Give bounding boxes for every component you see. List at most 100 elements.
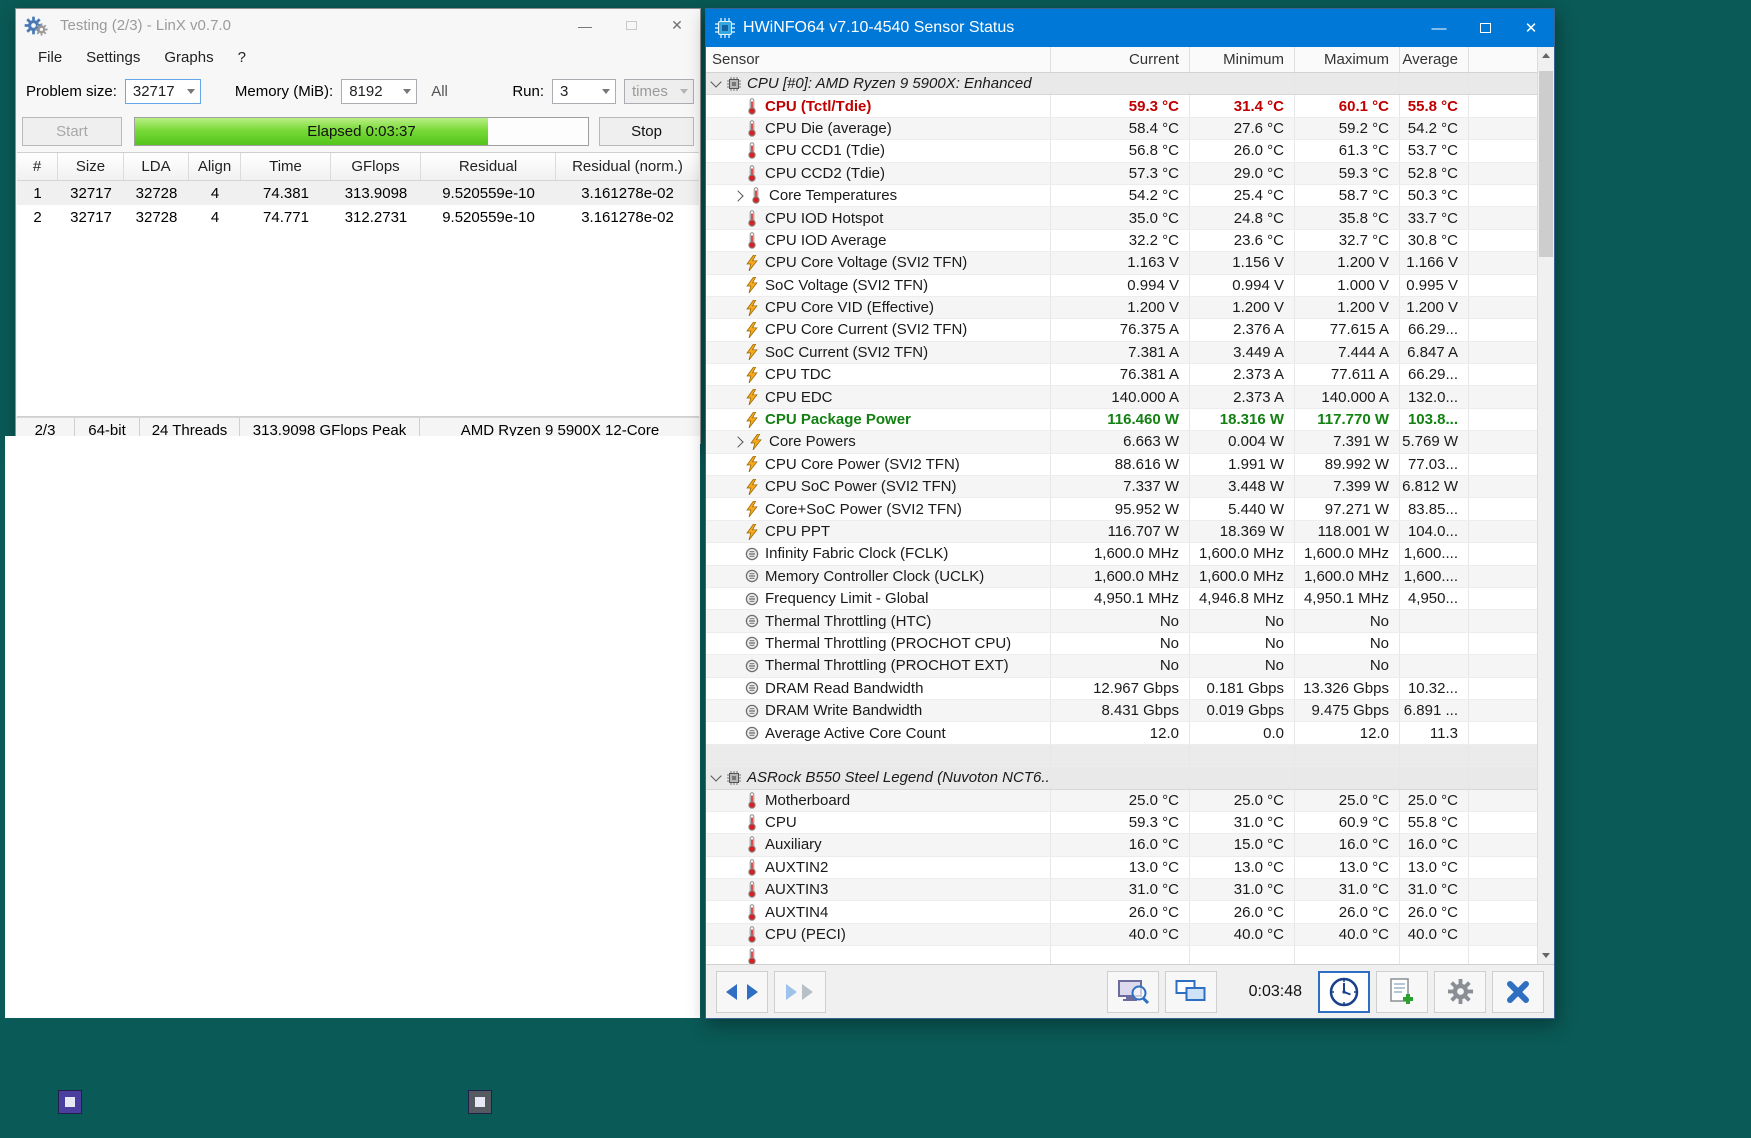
memory-select[interactable]: 8192 — [341, 79, 418, 105]
sensor-row[interactable]: Auxiliary 16.0 °C 15.0 °C 16.0 °C 16.0 °C — [706, 834, 1537, 857]
col-header-minimum[interactable]: Minimum — [1189, 47, 1294, 72]
menu-help[interactable]: ? — [226, 45, 258, 70]
sensor-group-row[interactable]: CPU [#0]: AMD Ryzen 9 5900X: Enhanced — [706, 73, 1537, 96]
sensor-row[interactable]: Thermal Throttling (PROCHOT CPU) No No No — [706, 632, 1537, 656]
sensor-row[interactable]: Memory Controller Clock (UCLK) 1,600.0 MH… — [706, 565, 1537, 588]
col-header-align[interactable]: Align — [189, 153, 241, 181]
col-header-lda[interactable]: LDA — [124, 153, 189, 181]
chevron-right-icon[interactable] — [732, 436, 744, 448]
sensor-group-row[interactable]: ASRock B550 Steel Legend (Nuvoton NCT6..… — [706, 767, 1537, 790]
minimize-icon[interactable]: — — [1416, 9, 1462, 47]
all-label[interactable]: All — [431, 83, 448, 100]
vertical-scrollbar[interactable] — [1537, 47, 1554, 964]
sensor-row[interactable]: CPU PPT 116.707 W 18.369 W 118.001 W 104.0..… — [706, 520, 1537, 544]
sensor-row[interactable]: CPU (Tctl/Tdie) 59.3 °C 31.4 °C 60.1 °C 55.8… — [706, 95, 1537, 118]
logging-button[interactable] — [1376, 970, 1428, 1013]
sensor-row[interactable]: AUXTIN2 13.0 °C 13.0 °C 13.0 °C 13.0 °C — [706, 856, 1537, 880]
col-header-size[interactable]: Size — [58, 153, 124, 181]
sensor-row[interactable]: CPU CCD2 (Tdie) 57.3 °C 29.0 °C 59.3 °C 52.8… — [706, 162, 1537, 185]
settings-button[interactable] — [1434, 970, 1486, 1013]
col-header-maximum[interactable]: Maximum — [1294, 47, 1399, 72]
problem-size-select[interactable]: 32717 — [124, 79, 201, 105]
remote-monitor-button[interactable] — [1164, 970, 1217, 1013]
result-row-1[interactable]: 1 32717 32728 4 74.381 313.9098 9.520559… — [17, 181, 699, 206]
scrollbar-thumb[interactable] — [1539, 71, 1553, 257]
linx-titlebar[interactable]: Testing (2/3) - LinX v0.7.0 — ✕ — [16, 9, 700, 43]
sensor-row[interactable]: SoC Voltage (SVI2 TFN) 0.994 V 0.994 V 1.00… — [706, 274, 1537, 297]
close-icon[interactable]: ✕ — [654, 9, 700, 43]
sensor-row[interactable]: CPU IOD Hotspot 35.0 °C 24.8 °C 35.8 °C 33.7… — [706, 207, 1537, 230]
sensor-row[interactable]: DRAM Write Bandwidth 8.431 Gbps 0.019 Gbps… — [706, 699, 1537, 723]
sensor-row[interactable]: CPU Die (average) 58.4 °C 27.6 °C 59.2 °C 54… — [706, 117, 1537, 141]
arrows-left-right-button[interactable] — [716, 970, 768, 1013]
minimize-icon[interactable]: — — [562, 9, 608, 43]
sensor-row[interactable]: AUXTIN4 26.0 °C 26.0 °C 26.0 °C 26.0 °C — [706, 901, 1537, 924]
taskbar-icon-2[interactable] — [468, 1090, 492, 1114]
sensor-label-cell — [706, 946, 1050, 964]
close-sensors-button[interactable] — [1492, 970, 1544, 1013]
sensor-row[interactable]: Core Temperatures 54.2 °C 25.4 °C 58.7 °C 50… — [706, 184, 1537, 208]
col-header-time[interactable]: Time — [241, 153, 331, 181]
sensor-row[interactable]: CPU 59.3 °C 31.0 °C 60.9 °C 55.8 °C — [706, 811, 1537, 835]
chevron-right-icon[interactable] — [732, 189, 744, 202]
sensor-minimum-value: 2.373 A — [1189, 386, 1294, 408]
sensor-row[interactable]: Motherboard 25.0 °C 25.0 °C 25.0 °C 25.0 °C — [706, 789, 1537, 812]
sensor-row[interactable]: Infinity Fabric Clock (FCLK) 1,600.0 MHz 1… — [706, 543, 1537, 566]
sensor-row[interactable]: CPU CCD1 (Tdie) 56.8 °C 26.0 °C 61.3 °C 53.7… — [706, 140, 1537, 163]
sensor-row[interactable]: CPU Core Power (SVI2 TFN) 88.616 W 1.991 W… — [706, 453, 1537, 477]
menu-settings[interactable]: Settings — [74, 45, 152, 70]
scroll-up-icon[interactable] — [1538, 47, 1554, 64]
run-count-select[interactable]: 3 — [552, 79, 616, 105]
taskbar-icon-1[interactable] — [58, 1090, 82, 1114]
menu-file[interactable]: File — [26, 45, 74, 70]
sensor-row[interactable]: DRAM Read Bandwidth 12.967 Gbps 0.181 Gbps… — [706, 677, 1537, 700]
sensor-row[interactable] — [706, 946, 1537, 964]
col-header-num[interactable]: # — [17, 153, 58, 181]
sensor-row[interactable]: CPU Core Voltage (SVI2 TFN) 1.163 V 1.156 … — [706, 252, 1537, 275]
col-header-sensor[interactable]: Sensor — [706, 47, 1050, 72]
sensor-row[interactable]: CPU SoC Power (SVI2 TFN) 7.337 W 3.448 W 7.… — [706, 476, 1537, 499]
maximize-icon[interactable] — [608, 9, 654, 43]
sensor-row[interactable]: Core+SoC Power (SVI2 TFN) 95.952 W 5.440 W… — [706, 498, 1537, 521]
chevron-down-icon — [602, 89, 610, 95]
sensor-average-value: 6.812 W — [1399, 476, 1468, 498]
sensor-row[interactable]: Average Active Core Count 12.0 0.0 12.0 11.3 — [706, 722, 1537, 745]
start-button[interactable]: Start — [22, 116, 122, 146]
col-header-average[interactable]: Average — [1399, 47, 1468, 72]
hwinfo-titlebar[interactable]: HWiNFO64 v7.10-4540 Sensor Status — ✕ — [706, 9, 1554, 47]
sensor-maximum-value: 77.615 A — [1294, 319, 1399, 341]
col-header-gflops[interactable]: GFlops — [331, 153, 421, 181]
col-header-residual-norm[interactable]: Residual (norm.) — [556, 153, 699, 180]
close-icon[interactable]: ✕ — [1508, 9, 1554, 47]
problem-size-label: Problem size: — [26, 83, 117, 101]
sensor-current-value: 7.381 A — [1050, 341, 1189, 364]
sensor-row[interactable]: Thermal Throttling (PROCHOT EXT) No No No — [706, 655, 1537, 678]
result-row-2[interactable]: 2 32717 32728 4 74.771 312.2731 9.520559… — [17, 205, 699, 229]
sensor-row[interactable]: AUXTIN3 31.0 °C 31.0 °C 31.0 °C 31.0 °C — [706, 879, 1537, 902]
chevron-down-icon[interactable] — [710, 770, 722, 782]
sensor-row[interactable]: CPU Core VID (Effective) 1.200 V 1.200 V 1.… — [706, 296, 1537, 320]
reset-clock-button[interactable] — [1318, 970, 1370, 1013]
menu-graphs[interactable]: Graphs — [152, 45, 225, 70]
arrows-right-button[interactable] — [774, 970, 826, 1013]
sensor-row[interactable]: CPU IOD Average 32.2 °C 23.6 °C 32.7 °C 30.8… — [706, 229, 1537, 253]
sensor-row[interactable]: CPU Core Current (SVI2 TFN) 76.375 A 2.376… — [706, 319, 1537, 342]
stop-button[interactable]: Stop — [599, 116, 694, 146]
arrows-right-icon — [786, 983, 813, 1000]
sensor-row[interactable]: Thermal Throttling (HTC) No No No — [706, 610, 1537, 633]
sensor-row[interactable]: CPU TDC 76.381 A 2.373 A 77.611 A 66.29... — [706, 364, 1537, 387]
sensor-row[interactable]: Frequency Limit - Global 4,950.1 MHz 4,946… — [706, 587, 1537, 611]
thermometer-icon — [744, 97, 759, 115]
sensor-row[interactable]: CPU (PECI) 40.0 °C 40.0 °C 40.0 °C 40.0 °C — [706, 923, 1537, 947]
col-header-residual[interactable]: Residual — [421, 153, 556, 181]
sensor-row[interactable]: SoC Current (SVI2 TFN) 7.381 A 3.449 A 7.44… — [706, 341, 1537, 365]
scroll-down-icon[interactable] — [1538, 947, 1554, 964]
col-header-current[interactable]: Current — [1050, 47, 1189, 72]
screenshot-button[interactable] — [1106, 970, 1159, 1013]
sensor-name: Frequency Limit - Global — [765, 590, 929, 608]
maximize-icon[interactable] — [1462, 9, 1508, 47]
chevron-down-icon[interactable] — [710, 76, 722, 88]
sensor-row[interactable]: CPU Package Power 116.460 W 18.316 W 117.77… — [706, 408, 1537, 432]
sensor-row[interactable]: Core Powers 6.663 W 0.004 W 7.391 W 5.769 W — [706, 431, 1537, 454]
sensor-row[interactable]: CPU EDC 140.000 A 2.373 A 140.000 A 132.0... — [706, 386, 1537, 409]
